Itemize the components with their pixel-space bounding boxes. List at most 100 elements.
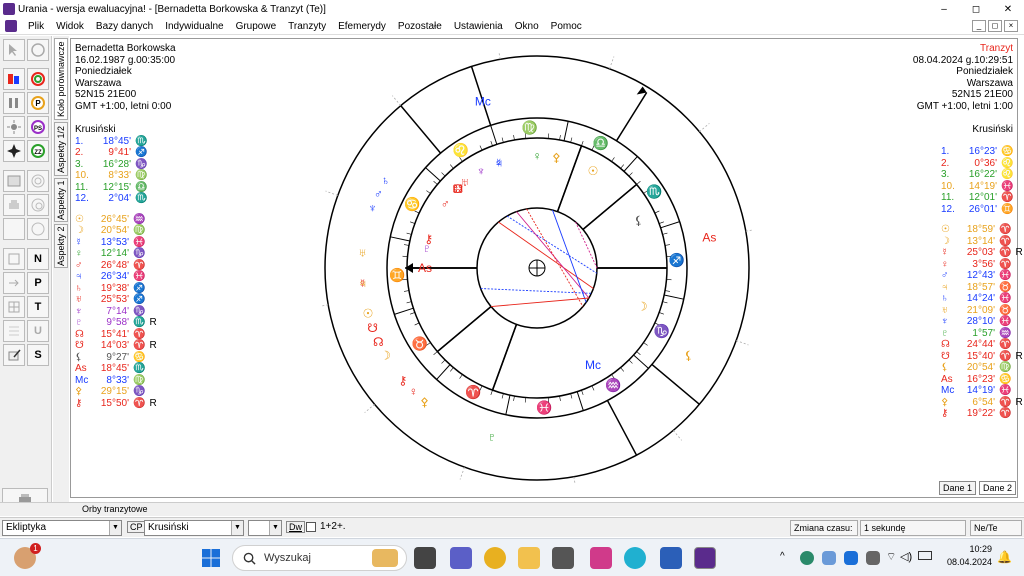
planet-glyph: ♇ (75, 317, 83, 328)
planet-glyph: ♅ (75, 294, 83, 305)
planet-degree: 25°03' (966, 247, 995, 258)
canva-icon[interactable] (624, 547, 646, 569)
menu-widok[interactable]: Widok (50, 21, 90, 32)
printer-tool-button[interactable] (3, 194, 25, 216)
mdi-restore-button[interactable]: ◻ (988, 20, 1002, 32)
tray-app-icon[interactable] (800, 551, 814, 565)
menu-okno[interactable]: Okno (509, 21, 545, 32)
native-info: Bernadetta Borkowska 16.02.1987 g.00:35:… (75, 43, 176, 409)
tab-aspekty-2[interactable]: Aspekty 2 (54, 224, 68, 268)
word-icon[interactable] (660, 547, 682, 569)
astrological-wheel[interactable]: ♍♌♋♊♉♈♓♒♑♐♏♎☉☽☿ ♀♂♃♄♅♆♇☊☋⚸AsMc⚴⚷☉☽☿♀♂♃♄♅♆… (322, 53, 752, 483)
task-view-icon[interactable] (414, 547, 436, 569)
house-cusp (582, 183, 638, 231)
table-tool-button[interactable] (3, 296, 25, 318)
mdi-close-button[interactable]: × (1004, 20, 1018, 32)
degree-tick (490, 141, 493, 146)
cp-button[interactable]: CP (127, 521, 146, 533)
rings-tool-button[interactable] (27, 170, 49, 192)
degree-tick (403, 244, 410, 246)
cursor-tool-button[interactable] (3, 39, 25, 61)
mdi-minimize-button[interactable]: _ (972, 20, 986, 32)
tab-aspekty-1[interactable]: Aspekty 1 (54, 178, 68, 222)
planet-glyph: ♇ (941, 327, 949, 339)
taskbar-search[interactable]: Wyszukaj (232, 545, 407, 571)
ps-wheel-button[interactable]: PS (27, 116, 49, 138)
house-system-select[interactable]: Krusiński ▼ (144, 520, 244, 536)
layers-app-icon[interactable] (552, 547, 574, 569)
window-tool-button[interactable] (3, 170, 25, 192)
zz-wheel-button[interactable]: ZZ (27, 140, 49, 162)
s-button[interactable]: S (27, 344, 49, 366)
close-button[interactable]: ✕ (992, 4, 1024, 15)
planet-degree: 19°38' (100, 282, 129, 294)
speaker-icon[interactable]: ◁) (900, 550, 912, 563)
star-tool-button[interactable] (3, 140, 25, 162)
columns-tool-button[interactable] (3, 92, 25, 114)
maximize-button[interactable]: ◻ (960, 4, 992, 15)
planet-row: ⚷ 19°22' ♈ (941, 408, 1023, 420)
rings3-tool-button[interactable] (27, 218, 49, 240)
menu-ustawienia[interactable]: Ustawienia (448, 21, 509, 32)
urania-taskbar-icon[interactable] (694, 547, 716, 569)
minimize-button[interactable]: – (928, 4, 960, 15)
arrow-tool-button[interactable] (3, 272, 25, 294)
sign-glyph: ♈ (133, 259, 146, 271)
instagram-icon[interactable] (590, 547, 612, 569)
menu-plik[interactable]: Plik (22, 21, 50, 32)
file-explorer-icon[interactable] (518, 547, 540, 569)
tray-shield-icon[interactable] (844, 551, 858, 565)
tab-aspekty-1-2[interactable]: Aspekty 1/2 (54, 122, 68, 176)
list-tool-button[interactable] (3, 320, 25, 342)
orb-select[interactable]: ▼ (248, 520, 282, 536)
planet-glyph: ♂ (75, 259, 83, 271)
planet-glyph: ☊ (941, 339, 950, 350)
zodiac-sign-glyph: ♈ (465, 385, 481, 400)
rings2-tool-button[interactable] (27, 194, 49, 216)
tab-dane-2[interactable]: Dane 2 (979, 481, 1017, 495)
p-wheel-button[interactable]: P (27, 92, 49, 114)
arrow-right-icon (9, 279, 19, 287)
n-button[interactable]: N (27, 248, 49, 270)
notification-bell-icon[interactable]: 🔔 (997, 550, 1012, 564)
house-degree: 16°23' (968, 146, 997, 157)
u-button[interactable]: U (27, 320, 49, 342)
sun-tool-button[interactable] (3, 116, 25, 138)
edit-tool-button[interactable] (3, 344, 25, 366)
planet-glyph: ♄ (75, 282, 83, 294)
start-button[interactable] (200, 547, 222, 569)
wheel-tool-button[interactable] (3, 68, 25, 90)
teams-icon[interactable] (450, 547, 472, 569)
chrome-icon[interactable] (484, 547, 506, 569)
color-wheel-button[interactable] (27, 68, 49, 90)
tab-dane-1[interactable]: Dane 1 (939, 481, 977, 495)
ecliptic-select[interactable]: Ekliptyka ▼ (2, 520, 122, 536)
circle-tool-button[interactable] (27, 39, 49, 61)
transit-planet-glyph: ♃ (358, 276, 367, 290)
planet-row: ♆ 7°14' ♑ (75, 306, 176, 318)
blank-tool-button[interactable] (3, 218, 25, 240)
tray-usb-icon[interactable] (866, 551, 880, 565)
menu-tranzyty[interactable]: Tranzyty (282, 21, 332, 32)
menu-pomoc[interactable]: Pomoc (545, 21, 588, 32)
dw-button[interactable]: Dw (286, 521, 305, 533)
grid-tool-button[interactable] (3, 248, 25, 270)
wifi-icon[interactable]: ⌔ (886, 550, 896, 564)
battery-icon[interactable] (918, 551, 932, 560)
t-button[interactable]: T (27, 296, 49, 318)
menu-pozostale[interactable]: Pozostałe (392, 21, 448, 32)
p-button[interactable]: P (27, 272, 49, 294)
chevron-up-icon[interactable]: ^ (780, 551, 785, 562)
menu-efemerydy[interactable]: Efemerydy (332, 21, 392, 32)
planet-glyph: Mc (941, 385, 955, 396)
planet-degree: 15°50' (100, 397, 129, 409)
clock[interactable]: 10:29 08.04.2024 (947, 543, 992, 569)
tray-cloud-icon[interactable] (822, 551, 836, 565)
aspect-checkbox[interactable] (306, 522, 316, 532)
document-icon[interactable] (5, 20, 17, 32)
menu-grupowe[interactable]: Grupowe (230, 21, 283, 32)
house-row: 1. 18°45' ♏ (75, 136, 176, 148)
menu-bazy-danych[interactable]: Bazy danych (90, 21, 159, 32)
menu-indywidualne[interactable]: Indywidualne (159, 21, 229, 32)
tab-kolo-porownawcze[interactable]: Koło porównawcze (54, 38, 68, 120)
